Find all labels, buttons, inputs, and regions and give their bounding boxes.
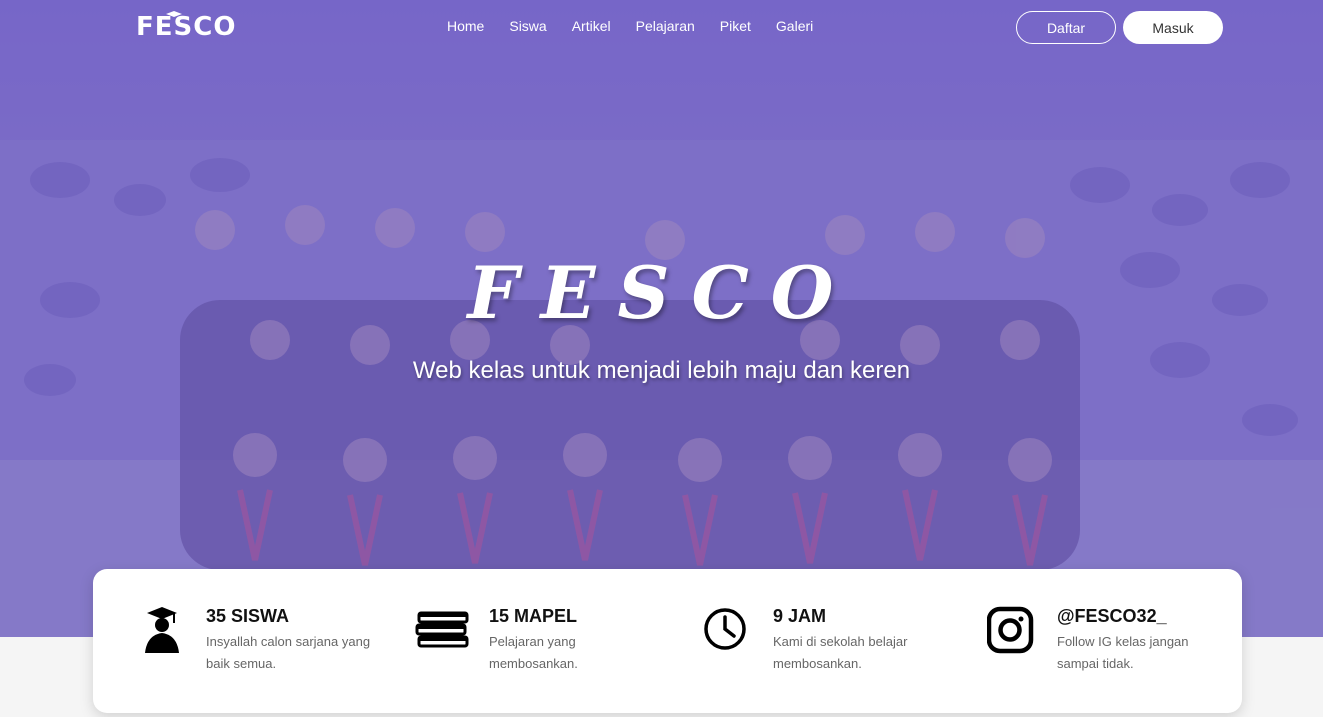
instagram-icon[interactable] [987,605,1037,655]
stat-description: Pelajaran yang membosankan. [489,634,578,671]
clock-icon [704,608,746,650]
stat-description: Insyallah calon sarjana yang baik semua. [206,634,371,671]
brand-logo[interactable]: FESCO [136,12,236,42]
stat-students: 35 SISWA Insyallah calon sarjana yang ba… [137,569,377,713]
stat-instagram[interactable]: @FESCO32_ Follow IG kelas jangan sampai … [987,569,1227,713]
hero-title: FESCO [467,250,856,335]
stat-title: 15 MAPEL [489,606,578,626]
stat-description: Kami di sekolah belajar membosankan. [773,634,908,671]
hero-subtitle: Web kelas untuk menjadi lebih maju dan k… [412,357,911,384]
nav-link-galeri[interactable]: Galeri [776,18,813,34]
stat-description: Follow IG kelas jangan sampai tidak. [1057,634,1189,671]
nav-link-siswa[interactable]: Siswa [509,18,546,34]
register-button[interactable]: Daftar [1016,11,1116,44]
graduation-cap-icon [166,11,182,17]
nav-links: Home Siswa Artikel Pelajaran Piket Galer… [447,18,838,34]
stat-hours: 9 JAM Kami di sekolah belajar membosanka… [703,569,943,713]
nav-link-piket[interactable]: Piket [720,18,751,34]
nav-link-pelajaran[interactable]: Pelajaran [636,18,695,34]
nav-link-artikel[interactable]: Artikel [572,18,611,34]
stat-title: 35 SISWA [206,606,290,626]
nav-link-home[interactable]: Home [447,18,484,34]
graduate-icon [145,607,179,653]
stat-title: 9 JAM [773,606,827,626]
stat-title[interactable]: @FESCO32_ [1057,606,1167,627]
stat-subjects: 15 MAPEL Pelajaran yang membosankan. [415,569,655,713]
stats-card: 35 SISWA Insyallah calon sarjana yang ba… [93,569,1242,713]
login-button[interactable]: Masuk [1123,11,1223,44]
books-icon [415,611,469,648]
top-navbar: FESCO Home Siswa Artikel Pelajaran Piket… [0,0,1323,56]
